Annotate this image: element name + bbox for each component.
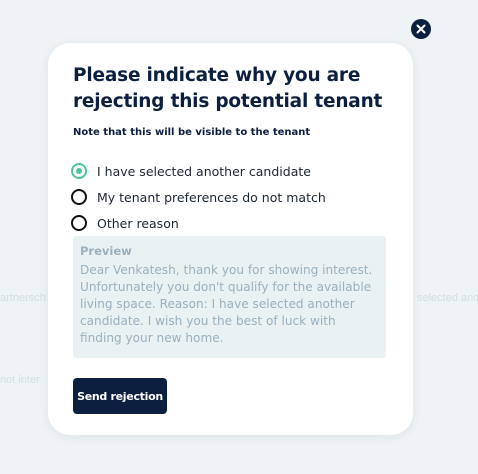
preview-message-text: Dear Venkatesh, thank you for showing in…: [80, 263, 373, 345]
reason-option-label: I have selected another candidate: [97, 163, 311, 179]
message-preview: Preview Dear Venkatesh, thank you for sh…: [73, 236, 386, 358]
reason-option-other[interactable]: Other reason: [71, 210, 326, 236]
radio-button[interactable]: [71, 215, 87, 231]
send-rejection-button[interactable]: Send rejection: [73, 378, 167, 414]
background-text: not inter: [0, 374, 40, 386]
modal-title: Please indicate why you are rejecting th…: [73, 65, 383, 112]
reason-option-another-candidate[interactable]: I have selected another candidate: [71, 158, 326, 184]
close-icon: [416, 24, 426, 34]
background-text: selected ande: [417, 292, 478, 304]
reason-option-label: Other reason: [97, 215, 179, 231]
rejection-modal: Please indicate why you are rejecting th…: [48, 43, 413, 435]
reason-option-preferences-mismatch[interactable]: My tenant preferences do not match: [71, 184, 326, 210]
reason-options: I have selected another candidate My ten…: [71, 158, 326, 236]
background-text: artnersch: [0, 292, 46, 304]
visibility-note: Note that this will be visible to the te…: [73, 127, 311, 138]
reason-option-label: My tenant preferences do not match: [97, 189, 326, 205]
radio-button-checked[interactable]: [71, 163, 87, 179]
radio-button[interactable]: [71, 189, 87, 205]
close-button[interactable]: [411, 19, 431, 39]
preview-label: Preview: [80, 244, 132, 258]
